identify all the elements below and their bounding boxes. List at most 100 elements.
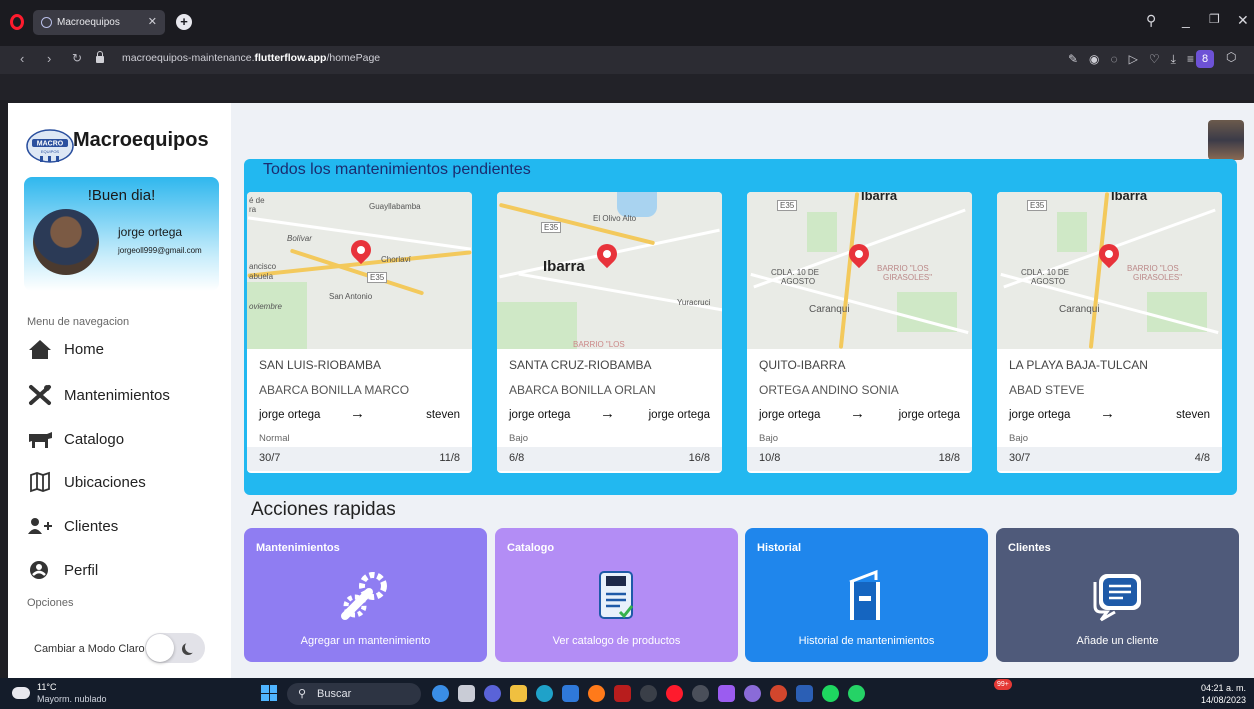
close-tab-icon[interactable]: ✕ xyxy=(148,10,157,35)
sidebar-item-home[interactable]: Home xyxy=(27,334,217,364)
quick-card-label: Historial de mantenimientos xyxy=(798,635,935,647)
menu-icon[interactable]: ≡ xyxy=(1187,52,1194,67)
quick-card-mantenimientos[interactable]: Mantenimientos Agregar un mantenimiento xyxy=(244,528,487,662)
profile-button[interactable]: 8 xyxy=(1196,50,1214,68)
url-field[interactable]: macroequipos-maintenance.flutterflow.app… xyxy=(122,52,380,64)
edge-icon[interactable] xyxy=(536,685,553,702)
wrench-gear-icon xyxy=(341,572,387,620)
date: 14/08/2023 xyxy=(1200,695,1246,705)
app-icon[interactable] xyxy=(432,685,449,702)
card-from: jorge ortega xyxy=(259,409,321,421)
opera-logo-icon[interactable] xyxy=(10,14,24,30)
opera-icon[interactable] xyxy=(666,685,683,702)
profile-icon xyxy=(30,561,48,579)
card-dates: 30/7 11/8 xyxy=(247,447,472,471)
map-label: AGOSTO xyxy=(781,277,816,286)
word-icon[interactable] xyxy=(796,685,813,702)
map-label: GIRASOLES" xyxy=(883,273,933,282)
windows-start-icon[interactable] xyxy=(261,685,277,701)
sidebar-item-perfil[interactable]: Perfil xyxy=(27,555,217,585)
card-end-date: 4/8 xyxy=(1194,452,1210,464)
app-icon[interactable] xyxy=(718,685,735,702)
download-icon[interactable]: ⤓ xyxy=(1171,52,1176,67)
map-label: ra xyxy=(249,205,257,214)
quick-card-clientes[interactable]: Clientes Añade un cliente xyxy=(996,528,1239,662)
minimize-icon[interactable]: _ xyxy=(1182,12,1190,28)
app-icon[interactable] xyxy=(692,685,709,702)
sidebar-item-catalogo[interactable]: Catalogo xyxy=(27,424,217,454)
close-window-icon[interactable]: ✕ xyxy=(1237,12,1249,29)
app-icon[interactable] xyxy=(562,685,579,702)
quick-card-label: Añade un cliente xyxy=(1076,635,1159,647)
cow-icon xyxy=(29,432,52,448)
quick-card-catalogo[interactable]: Catalogo Ver catalogo de productos xyxy=(495,528,738,662)
search-tabs-icon[interactable]: ⚲ xyxy=(1146,12,1156,29)
heart-icon[interactable]: ♡ xyxy=(1149,52,1160,67)
maintenance-card[interactable]: El Olivo Alto E35 Ibarra Yuracruci BARRI… xyxy=(497,192,722,473)
restore-icon[interactable]: ❐ xyxy=(1209,12,1220,26)
map-label: GIRASOLES" xyxy=(1133,273,1183,282)
toolbar-icons: ✎ ◉ ◌ ▷ ♡ ⤓ ≡ xyxy=(1068,52,1194,67)
whatsapp-icon[interactable] xyxy=(848,685,865,702)
shield-icon[interactable]: ◌ xyxy=(1111,52,1118,67)
avatar[interactable] xyxy=(33,209,99,275)
card-dates: 30/7 4/8 xyxy=(997,447,1222,471)
quick-card-historial[interactable]: Historial Historial de mantenimientos xyxy=(745,528,988,662)
sidebar: MACRO EQUIPOS Macroequipos !Buen dia! jo… xyxy=(8,103,231,678)
maintenance-card[interactable]: E35 Ibarra CDLA. 10 DE AGOSTO BARRIO "LO… xyxy=(747,192,972,473)
card-priority: Bajo xyxy=(1009,433,1029,444)
quick-card-title: Historial xyxy=(757,542,802,554)
app-icon[interactable] xyxy=(744,685,761,702)
map-thumbnail: é de ra Guayllabamba Bolívar Chorlaví an… xyxy=(247,192,472,349)
extensions-icon[interactable]: ⬡ xyxy=(1226,50,1250,68)
app-icon[interactable] xyxy=(484,685,501,702)
app-icon[interactable] xyxy=(640,685,657,702)
clock[interactable]: 04:21 a. m. 14/08/2023 xyxy=(1201,682,1246,706)
sidebar-item-label: Perfil xyxy=(64,561,99,579)
map-thumbnail: El Olivo Alto E35 Ibarra Yuracruci BARRI… xyxy=(497,192,722,349)
brand-name: Macroequipos xyxy=(73,129,209,151)
sidebar-item-mantenimientos[interactable]: Mantenimientos xyxy=(27,380,217,410)
avatar[interactable] xyxy=(1208,120,1244,160)
powerpoint-icon[interactable] xyxy=(770,685,787,702)
browser-tab[interactable]: Macroequipos ✕ xyxy=(33,10,165,35)
back-icon[interactable]: ‹ xyxy=(20,51,24,66)
reload-icon[interactable]: ↻ xyxy=(72,51,82,65)
firefox-icon[interactable] xyxy=(588,685,605,702)
map-label: El Olivo Alto xyxy=(593,214,637,223)
sidebar-item-label: Clientes xyxy=(64,517,119,535)
app-icon[interactable] xyxy=(458,685,475,702)
maintenance-card[interactable]: E35 Ibarra CDLA. 10 DE AGOSTO BARRIO "LO… xyxy=(997,192,1222,473)
macroequipos-logo-icon[interactable]: MACRO EQUIPOS xyxy=(26,128,74,164)
card-priority: Bajo xyxy=(759,433,779,444)
logo-text: MACRO xyxy=(37,141,64,148)
app-icon[interactable] xyxy=(614,685,631,702)
weather-description: Mayorm. nublado xyxy=(37,694,107,704)
play-icon[interactable]: ▷ xyxy=(1129,52,1138,67)
taskbar-search[interactable]: ⚲ Buscar xyxy=(287,683,421,705)
card-priority: Normal xyxy=(259,433,290,444)
tab-title: Macroequipos xyxy=(57,17,120,28)
folder-icon[interactable] xyxy=(510,685,527,702)
sidebar-item-clientes[interactable]: Clientes xyxy=(27,511,217,541)
forward-icon[interactable]: › xyxy=(47,51,51,66)
temperature: 11°C xyxy=(37,682,57,692)
new-tab-button[interactable]: + xyxy=(176,14,192,30)
theme-toggle[interactable] xyxy=(145,633,205,663)
cloud-icon[interactable] xyxy=(12,687,30,699)
edit-icon[interactable]: ✎ xyxy=(1068,52,1078,67)
quick-card-label: Ver catalogo de productos xyxy=(552,635,681,647)
card-from: jorge ortega xyxy=(759,409,821,421)
maintenance-card[interactable]: é de ra Guayllabamba Bolívar Chorlaví an… xyxy=(247,192,472,473)
moon-icon xyxy=(185,641,197,653)
toggle-knob xyxy=(146,634,174,662)
camera-icon[interactable]: ◉ xyxy=(1089,52,1099,67)
spotify-icon[interactable] xyxy=(822,685,839,702)
card-location: QUITO-IBARRA xyxy=(759,358,846,372)
card-location: SANTA CRUZ-RIOBAMBA xyxy=(509,358,652,372)
map-pin-icon xyxy=(592,239,622,269)
sidebar-item-ubicaciones[interactable]: Ubicaciones xyxy=(27,467,217,497)
menu-title: Menu de navegacion xyxy=(27,316,130,328)
card-to: jorge ortega xyxy=(648,409,710,421)
url-path: /homePage xyxy=(326,52,381,64)
